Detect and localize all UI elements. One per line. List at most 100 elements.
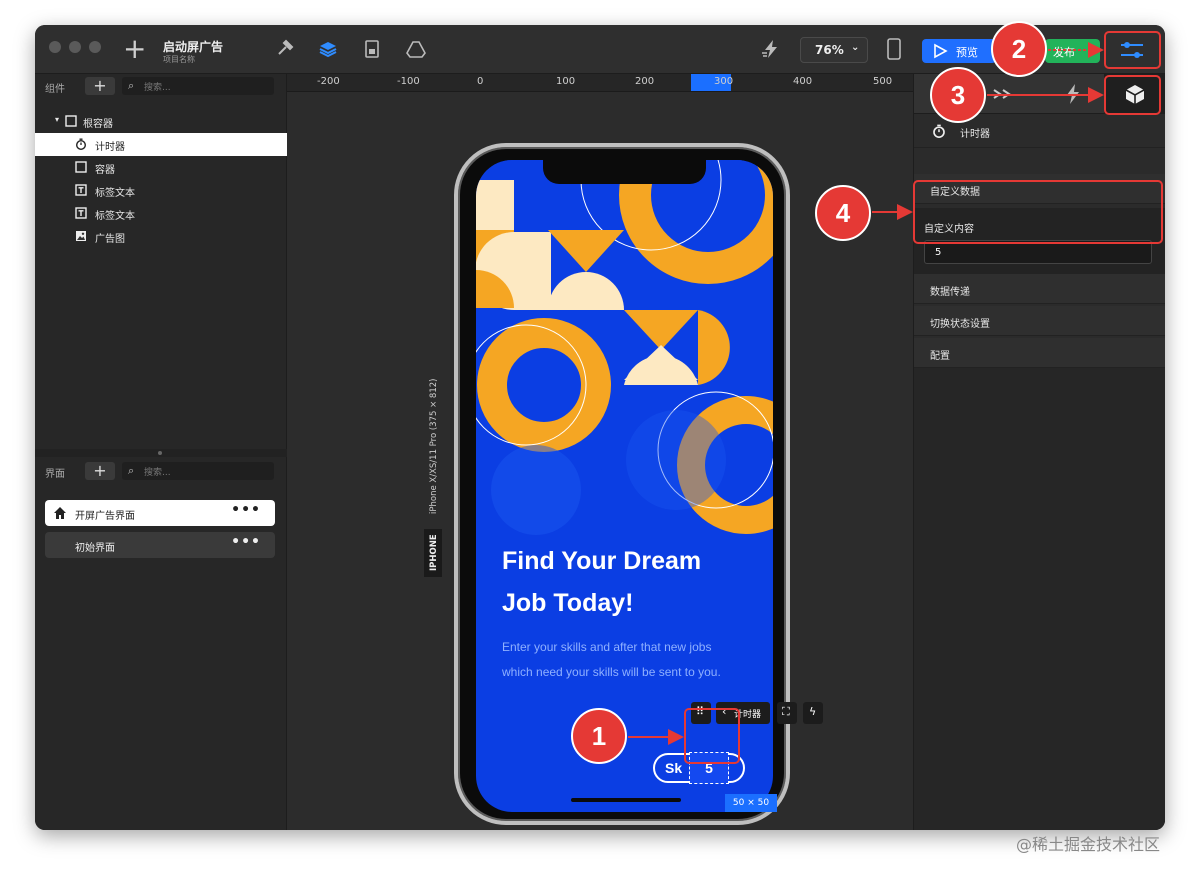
annotation-highlight-custom-content bbox=[913, 180, 1163, 244]
inspector-component-name: 计时器 bbox=[960, 129, 990, 140]
project-subtitle: 项目名称 bbox=[163, 55, 195, 64]
caret-down-icon[interactable]: ▾ bbox=[55, 115, 59, 124]
more-icon[interactable]: ••• bbox=[231, 502, 261, 518]
horizontal-ruler: -200 -100 0 100 200 300 400 500 bbox=[287, 74, 913, 92]
page-item-label: 开屏广告界面 bbox=[75, 511, 135, 522]
ruler-tick: 100 bbox=[556, 76, 576, 87]
preview-button[interactable]: 预览 bbox=[922, 39, 996, 63]
search-placeholder: 搜索... bbox=[144, 468, 171, 478]
components-title: 组件 bbox=[45, 84, 65, 95]
panel-splitter[interactable] bbox=[35, 449, 287, 457]
pages-search-input[interactable]: ⌕ 搜索... bbox=[122, 462, 274, 480]
annotation-badge-1: 1 bbox=[571, 708, 627, 764]
tree-item-root[interactable]: ▾ 根容器 bbox=[35, 110, 287, 133]
search-icon: ⌕ bbox=[128, 464, 135, 477]
lightning-icon[interactable] bbox=[1064, 83, 1082, 105]
device-tag[interactable]: IPHONE bbox=[424, 529, 442, 577]
section-config[interactable]: 配置 bbox=[914, 338, 1165, 368]
tree-item-label: 计时器 bbox=[95, 142, 125, 153]
inspector-empty-area bbox=[914, 368, 1165, 830]
tree-item-label: 容器 bbox=[95, 165, 115, 176]
hammer-icon[interactable] bbox=[275, 39, 295, 59]
document-grid-icon[interactable] bbox=[362, 39, 382, 59]
more-icon[interactable]: ••• bbox=[231, 534, 261, 550]
text-icon bbox=[75, 184, 87, 196]
subtitle-line-1[interactable]: Enter your skills and after that new job… bbox=[502, 640, 711, 654]
home-icon bbox=[54, 507, 66, 519]
skip-label: Sk bbox=[665, 760, 683, 776]
publish-button[interactable]: 发布 bbox=[1045, 39, 1100, 63]
lightning-icon[interactable] bbox=[761, 39, 781, 59]
tree-item-container[interactable]: 容器 bbox=[35, 156, 287, 179]
page-item-splash-ad[interactable]: 开屏广告界面 ••• bbox=[45, 500, 275, 526]
publish-label: 发布 bbox=[1053, 46, 1075, 59]
zoom-select[interactable]: 76% ⌄ bbox=[800, 37, 868, 63]
annotation-highlight-timer bbox=[684, 708, 740, 764]
chevron-down-icon: ⌄ bbox=[851, 42, 860, 53]
project-title[interactable]: 启动屏广告 bbox=[163, 38, 223, 55]
add-page-button[interactable]: + bbox=[85, 462, 115, 480]
tree-item-label: 标签文本 bbox=[95, 188, 135, 199]
section-label: 配置 bbox=[930, 351, 950, 362]
timer-icon bbox=[933, 124, 945, 138]
ruler-tick: 200 bbox=[635, 76, 655, 87]
close-window-button[interactable] bbox=[49, 41, 61, 53]
annotation-badge-4: 4 bbox=[815, 185, 871, 241]
ruler-tick: 400 bbox=[793, 76, 813, 87]
svg-text:iPhone X/XS/11 Pro (375 × 812): iPhone X/XS/11 Pro (375 × 812) bbox=[429, 379, 439, 514]
fullscreen-icon: ⛶ bbox=[782, 705, 790, 718]
page-item-initial[interactable]: 初始界面 ••• bbox=[45, 532, 275, 558]
components-search-input[interactable]: ⌕ 搜索... bbox=[122, 77, 274, 95]
tree-item-text-1[interactable]: 标签文本 bbox=[35, 179, 287, 202]
tree-item-label: 标签文本 bbox=[95, 211, 135, 222]
ruler-tick: 300 bbox=[714, 76, 734, 87]
pages-header: 界面 + ⌕ 搜索... bbox=[35, 459, 287, 483]
preview-label: 预览 bbox=[956, 46, 978, 59]
tree-item-image[interactable]: 广告图 bbox=[35, 225, 287, 248]
home-indicator bbox=[571, 798, 681, 802]
tree-item-timer[interactable]: 计时器 bbox=[35, 133, 287, 156]
annotation-highlight-component-tab bbox=[1104, 75, 1161, 115]
size-tag: 50 × 50 bbox=[725, 794, 777, 812]
text-icon bbox=[75, 207, 87, 219]
ruler-tick: 500 bbox=[873, 76, 893, 87]
device-phone-icon[interactable] bbox=[886, 38, 902, 60]
code-arrows-icon[interactable] bbox=[992, 84, 1014, 104]
layers-icon[interactable] bbox=[318, 39, 338, 59]
left-panel: 组件 + ⌕ 搜索... ▾ 根容器 计时器 容器 标签文本 标签文本 广告图 … bbox=[35, 74, 287, 830]
tree-item-text-2[interactable]: 标签文本 bbox=[35, 202, 287, 225]
play-icon bbox=[934, 43, 948, 59]
lightning-icon: ϟ bbox=[809, 705, 817, 718]
tree-item-label: 根容器 bbox=[83, 119, 113, 130]
section-data-transfer[interactable]: 数据传递 bbox=[914, 274, 1165, 304]
phone-notch bbox=[543, 160, 706, 184]
annotation-badge-3: 3 bbox=[930, 67, 986, 123]
search-placeholder: 搜索... bbox=[144, 83, 171, 93]
minimize-window-button[interactable] bbox=[69, 41, 81, 53]
components-header: 组件 + ⌕ 搜索... bbox=[35, 74, 287, 98]
section-label: 数据传递 bbox=[930, 287, 970, 298]
section-label: 切换状态设置 bbox=[930, 319, 990, 330]
drive-icon[interactable] bbox=[406, 39, 426, 59]
custom-content-value: 5 bbox=[935, 247, 942, 258]
annotation-highlight-settings bbox=[1104, 31, 1161, 69]
action-button[interactable]: ϟ bbox=[803, 702, 823, 724]
subtitle-line-2[interactable]: which need your skills will be sent to y… bbox=[502, 665, 721, 679]
container-icon bbox=[75, 161, 87, 173]
page-item-label: 初始界面 bbox=[75, 543, 115, 554]
headline-line-1[interactable]: Find Your Dream bbox=[502, 547, 701, 576]
timer-icon bbox=[76, 138, 86, 150]
annotation-badge-2: 2 bbox=[991, 21, 1047, 77]
zoom-value: 76% bbox=[815, 43, 844, 57]
add-component-button[interactable]: + bbox=[85, 77, 115, 95]
headline-line-2[interactable]: Job Today! bbox=[502, 589, 633, 618]
fullscreen-button[interactable]: ⛶ bbox=[777, 702, 797, 724]
maximize-window-button[interactable] bbox=[89, 41, 101, 53]
add-icon[interactable]: + bbox=[123, 35, 146, 63]
device-size-label: iPhone X/XS/11 Pro (375 × 812) bbox=[429, 379, 439, 514]
svg-text:IPHONE: IPHONE bbox=[429, 534, 439, 571]
ruler-tick: -200 bbox=[317, 76, 340, 87]
watermark: @稀土掘金技术社区 bbox=[1016, 835, 1161, 854]
section-state-switch[interactable]: 切换状态设置 bbox=[914, 306, 1165, 336]
search-icon: ⌕ bbox=[128, 79, 135, 92]
